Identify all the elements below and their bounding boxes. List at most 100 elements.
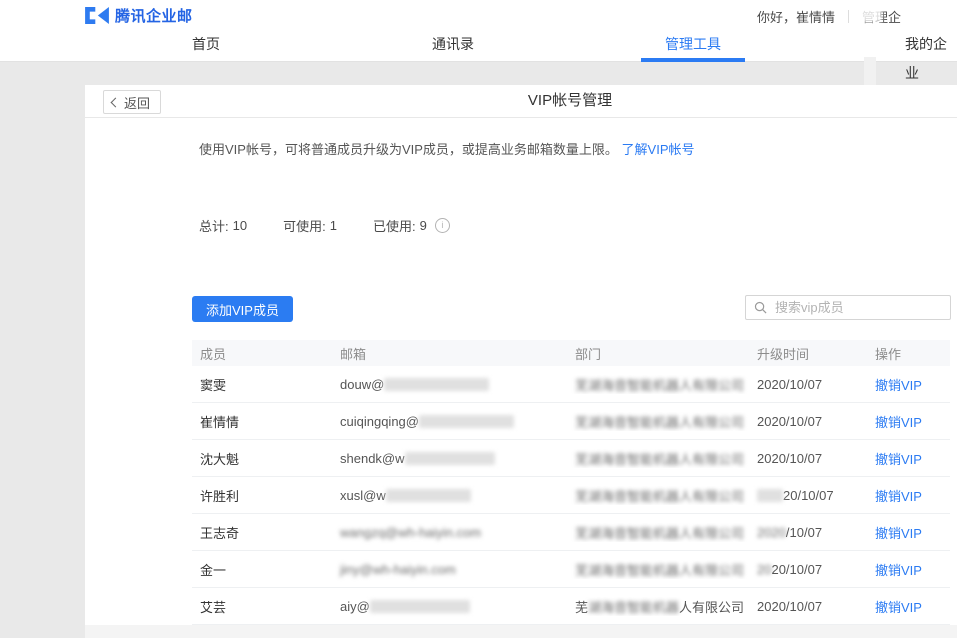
nav-tab[interactable]: 管理工具 — [665, 30, 721, 61]
table-row: 金一 jiny@wh-haiyin.com 芜湖海音智能机器人有限公司 2020/10… — [192, 551, 950, 588]
cell-text: douw@ — [340, 377, 384, 392]
cell-text: wangzq@wh-haiyin.com — [340, 525, 481, 540]
info-icon[interactable]: i — [435, 218, 450, 233]
cell-text: 20 — [757, 562, 771, 577]
table-header-row: 成员邮箱部门升级时间操作 — [192, 340, 950, 366]
action-cell: 撤销VIP — [869, 560, 950, 579]
email-cell: douw@ — [334, 377, 569, 392]
member-name-cell: 许胜利 — [192, 486, 334, 505]
upgrade-time-cell: 2020/10/07 — [751, 414, 869, 429]
cell-text: 芜 — [575, 600, 588, 615]
member-name-cell: 金一 — [192, 560, 334, 579]
revoke-vip-link[interactable]: 撤销VIP — [875, 526, 922, 541]
redaction-smudge — [856, 3, 882, 23]
cell-text: 芜湖海音智能机器人有限公司 — [575, 526, 744, 541]
email-cell: xusl@w — [334, 488, 569, 503]
revoke-vip-link[interactable]: 撤销VIP — [875, 600, 922, 615]
search-input[interactable] — [773, 299, 942, 316]
column-header: 成员 — [192, 344, 334, 363]
email-cell: cuiqingqing@ — [334, 414, 569, 429]
department-cell: 芜湖海音智能机器人有限公司 — [569, 412, 751, 431]
page-title: VIP帐号管理 — [85, 85, 957, 117]
nav-tab[interactable]: 首页 — [192, 30, 220, 61]
nav-tab[interactable]: 通讯录 — [432, 30, 474, 61]
cell-text: 2020/10/07 — [757, 599, 822, 614]
stat-total-label: 总计: — [199, 216, 229, 235]
member-name-cell: 王志奇 — [192, 523, 334, 542]
logo[interactable]: 腾讯企业邮 — [85, 5, 193, 26]
column-header: 操作 — [869, 344, 950, 363]
greeting-text: 你好，崔情情 — [757, 7, 835, 26]
table-row: 沈大魁 shendk@w 芜湖海音智能机器人有限公司 2020/10/07 撤销VIP — [192, 440, 950, 477]
learn-vip-link[interactable]: 了解VIP帐号 — [622, 142, 695, 157]
action-cell: 撤销VIP — [869, 486, 950, 505]
revoke-vip-link[interactable]: 撤销VIP — [875, 452, 922, 467]
cell-text: 芜湖海音智能机器人有限公司 — [575, 415, 744, 430]
revoke-vip-link[interactable]: 撤销VIP — [875, 415, 922, 430]
stat-used-label: 已使用: — [373, 216, 416, 235]
redacted-blur — [386, 489, 471, 502]
stat-available-value: 1 — [330, 218, 337, 233]
logo-text: 腾讯企业邮 — [115, 5, 193, 26]
upgrade-time-cell: 20/10/07 — [751, 488, 869, 503]
table-row: 王志奇 wangzq@wh-haiyin.com 芜湖海音智能机器人有限公司 2020… — [192, 514, 950, 551]
department-cell: 芜湖海音智能机器人有限公司 — [569, 597, 751, 616]
bottom-strip — [85, 625, 957, 638]
department-cell: 芜湖海音智能机器人有限公司 — [569, 486, 751, 505]
table-row: 艾芸aiy@芜湖海音智能机器人有限公司2020/10/07撤销VIP — [192, 588, 950, 625]
table-row: 崔情情 cuiqingqing@ 芜湖海音智能机器人有限公司 2020/10/07 撤销… — [192, 403, 950, 440]
cell-text: 芜湖海音智能机器人有限公司 — [575, 452, 744, 467]
stat-used: 已使用: 9 i — [373, 216, 450, 235]
topbar: 腾讯企业邮 你好，崔情情 管理企 — [0, 0, 957, 30]
column-header: 部门 — [569, 344, 751, 363]
table-row: 窦雯 douw@ 芜湖海音智能机器人有限公司 2020/10/07 撤销VIP — [192, 366, 950, 403]
page-description: 使用VIP帐号，可将普通成员升级为VIP成员，或提高业务邮箱数量上限。 了解VI… — [199, 141, 695, 159]
member-name-cell: 窦雯 — [192, 375, 334, 394]
search-box[interactable] — [745, 295, 951, 320]
column-header: 升级时间 — [751, 344, 869, 363]
card-header: 返回 VIP帐号管理 — [85, 85, 957, 118]
upgrade-time-cell: 2020/10/07 — [751, 562, 869, 577]
email-cell: wangzq@wh-haiyin.com — [334, 525, 569, 540]
department-cell: 芜湖海音智能机器人有限公司 — [569, 560, 751, 579]
email-cell: shendk@w — [334, 451, 569, 466]
upgrade-time-cell: 2020/10/07 — [751, 599, 869, 614]
member-name-cell: 沈大魁 — [192, 449, 334, 468]
stat-total: 总计: 10 — [199, 216, 247, 235]
cell-text: 芜湖海音智能机器人有限公司 — [575, 563, 744, 578]
cell-text: 2020/10/07 — [757, 451, 822, 466]
action-cell: 撤销VIP — [869, 597, 950, 616]
cell-text: cuiqingqing@ — [340, 414, 419, 429]
upgrade-time-cell: 2020/10/07 — [751, 451, 869, 466]
add-vip-button[interactable]: 添加VIP成员 — [192, 296, 293, 322]
exmail-logo-icon — [85, 7, 109, 24]
nav-tab[interactable]: 我的企业 — [905, 30, 957, 61]
description-text: 使用VIP帐号，可将普通成员升级为VIP成员，或提高业务邮箱数量上限。 — [199, 142, 618, 157]
cell-text: shendk@w — [340, 451, 405, 466]
revoke-vip-link[interactable]: 撤销VIP — [875, 378, 922, 393]
revoke-vip-link[interactable]: 撤销VIP — [875, 489, 922, 504]
stats-row: 总计: 10 可使用: 1 已使用: 9 i — [199, 216, 450, 235]
cell-text: jiny@wh-haiyin.com — [340, 562, 456, 577]
redacted-blur — [405, 452, 495, 465]
stat-used-value: 9 — [420, 218, 427, 233]
action-cell: 撤销VIP — [869, 449, 950, 468]
department-cell: 芜湖海音智能机器人有限公司 — [569, 449, 751, 468]
topbar-divider — [848, 10, 849, 23]
revoke-vip-link[interactable]: 撤销VIP — [875, 563, 922, 578]
cell-text: 2020 — [757, 525, 786, 540]
cell-text: 2020/10/07 — [757, 377, 822, 392]
cell-text: 人有限公司 — [679, 600, 744, 615]
table-row: 许胜利 xusl@w 芜湖海音智能机器人有限公司 20/10/07 撤销VIP — [192, 477, 950, 514]
search-icon — [754, 301, 767, 314]
department-cell: 芜湖海音智能机器人有限公司 — [569, 375, 751, 394]
email-cell: aiy@ — [334, 599, 569, 614]
cell-text: xusl@w — [340, 488, 386, 503]
cell-text: 20/10/07 — [783, 488, 834, 503]
action-cell: 撤销VIP — [869, 375, 950, 394]
vip-table: 成员邮箱部门升级时间操作 窦雯douw@芜湖海音智能机器人有限公司2020/10… — [192, 340, 950, 625]
action-cell: 撤销VIP — [869, 523, 950, 542]
cell-text: 2020/10/07 — [757, 414, 822, 429]
member-name-cell: 崔情情 — [192, 412, 334, 431]
cell-text: aiy@ — [340, 599, 370, 614]
